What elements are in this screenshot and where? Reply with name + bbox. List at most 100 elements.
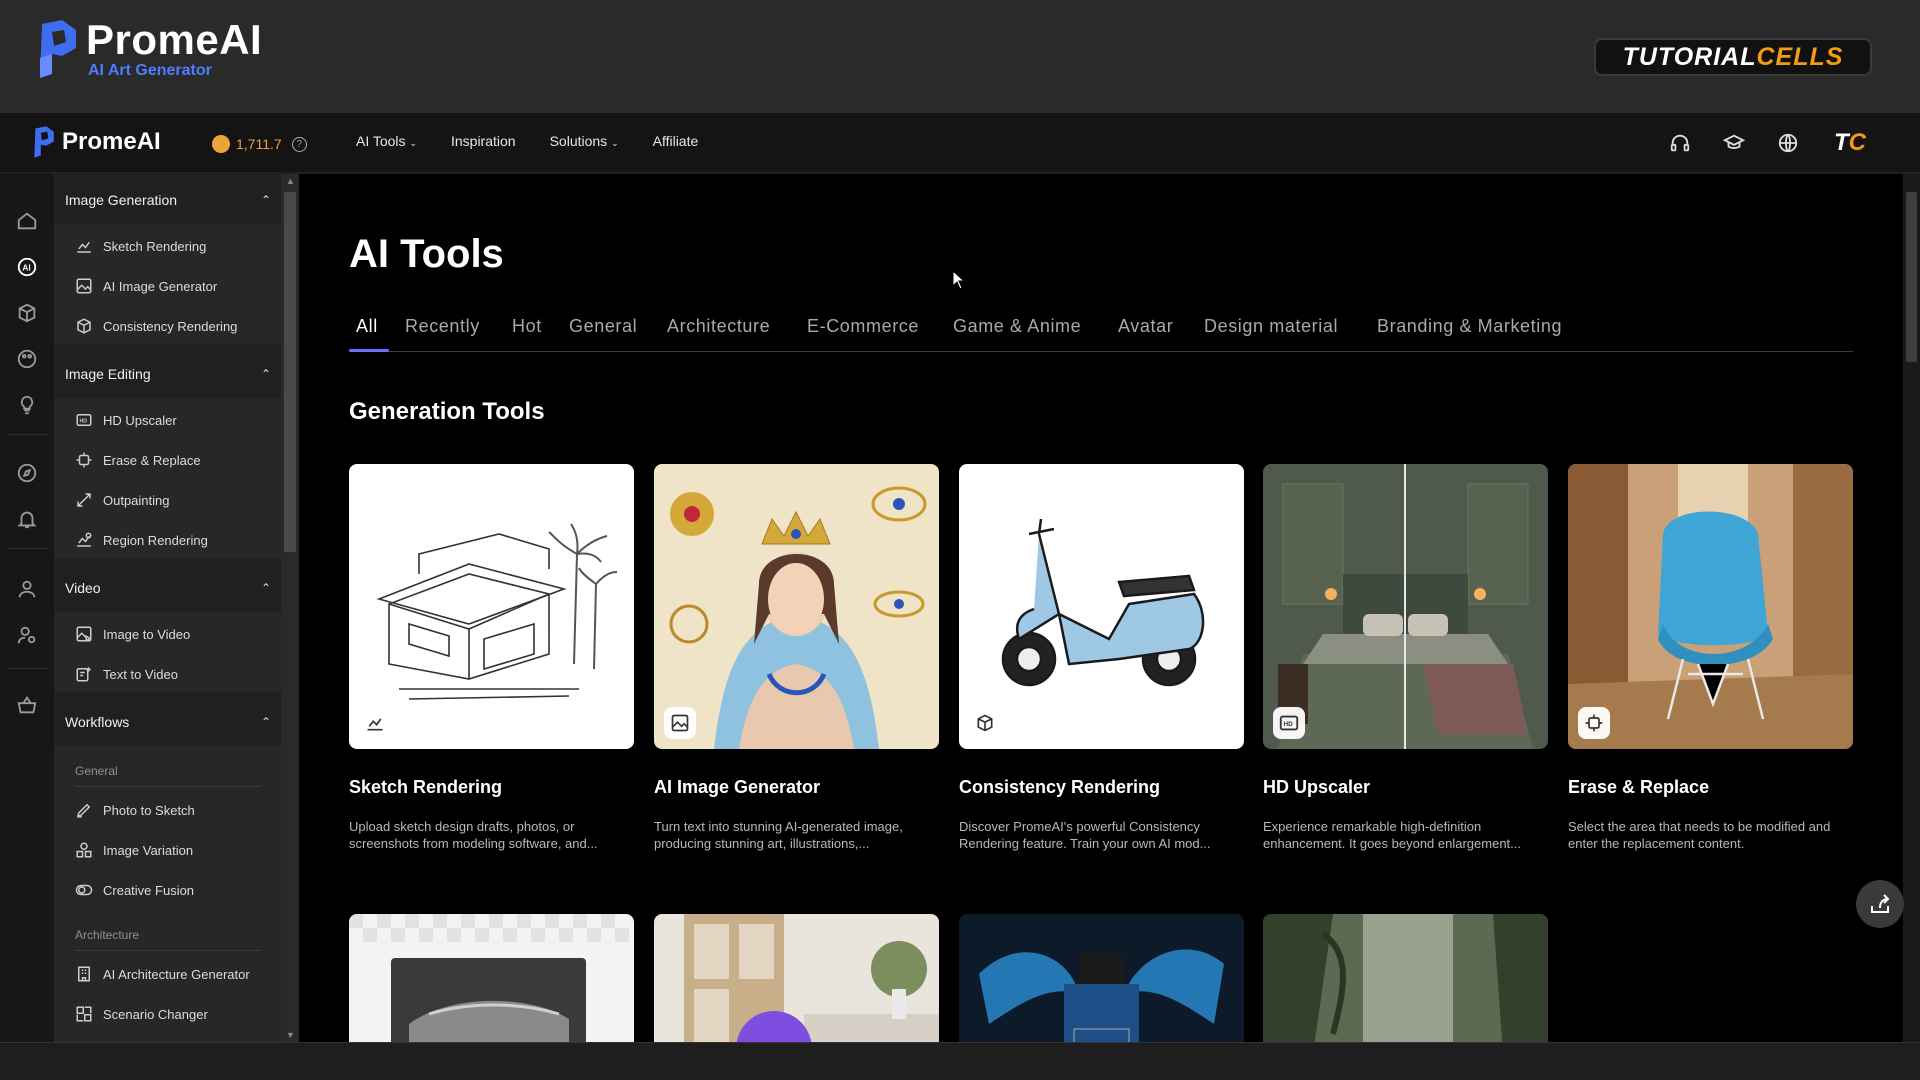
scroll-up-arrow-icon[interactable]: ▲ (286, 176, 295, 186)
home-icon[interactable] (16, 210, 38, 232)
main-scrollbar[interactable] (1903, 174, 1920, 1042)
subsection-general: General (75, 764, 118, 778)
help-icon[interactable]: ? (291, 136, 307, 152)
sidebar-item-region-rendering[interactable]: Region Rendering (75, 528, 208, 552)
promeai-logo-icon (34, 126, 54, 158)
sidebar-item-photo-to-sketch[interactable]: Photo to Sketch (75, 798, 195, 822)
tab-hot[interactable]: Hot (512, 316, 542, 337)
tool-card-sketch-rendering[interactable]: Sketch Rendering Upload sketch design dr… (349, 464, 634, 852)
nav-solutions[interactable]: Solutions ⌄ (550, 133, 619, 149)
sidebar-item-label: Photo to Sketch (103, 802, 195, 818)
tab-general[interactable]: General (569, 316, 637, 337)
user-settings-icon[interactable] (16, 624, 38, 646)
chair-image (1568, 464, 1853, 749)
card-thumbnail[interactable] (349, 464, 634, 749)
card-thumbnail[interactable]: HD (1263, 464, 1548, 749)
sidebar-item-ai-architecture-generator[interactable]: AI Architecture Generator (75, 962, 250, 986)
card-thumbnail[interactable] (959, 464, 1244, 749)
nav-ai-tools[interactable]: AI Tools ⌄ (356, 133, 417, 149)
hd-icon: HD (75, 411, 93, 429)
palette-icon[interactable] (16, 348, 38, 370)
hd-icon: HD (1273, 707, 1305, 739)
tool-card-thumbnail[interactable] (959, 914, 1244, 1042)
section-workflows[interactable]: Workflows ⌃ (65, 710, 271, 734)
tool-card-thumbnail[interactable] (654, 914, 939, 1042)
globe-icon[interactable] (1776, 131, 1800, 155)
pen-icon (75, 801, 93, 819)
region-icon (75, 531, 93, 549)
card-description: Upload sketch design drafts, photos, or … (349, 819, 598, 851)
rail-divider (8, 434, 48, 435)
coin-icon (212, 135, 230, 153)
card-title: Consistency Rendering (959, 777, 1161, 797)
section-image-generation[interactable]: Image Generation ⌃ (65, 188, 271, 212)
tab-all[interactable]: All (356, 316, 378, 337)
graduation-cap-icon[interactable] (1722, 131, 1746, 155)
credits-balance[interactable]: 1,711.7 ? (212, 135, 307, 153)
card-thumbnail[interactable] (654, 464, 939, 749)
section-title: Workflows (65, 714, 130, 730)
ai-tools-icon[interactable]: AI (16, 256, 38, 278)
sidebar-item-text-to-video[interactable]: Text to Video (75, 662, 178, 686)
tool-card-ai-image-generator[interactable]: AI Image Generator Turn text into stunni… (654, 464, 939, 852)
tab-recently[interactable]: Recently (405, 316, 480, 337)
sidebar-scroll-thumb[interactable] (284, 192, 296, 552)
tool-card-hd-upscaler[interactable]: HD HD Upscaler Experience remarkable hig… (1263, 464, 1548, 852)
tab-architecture[interactable]: Architecture (667, 316, 770, 337)
tab-avatar[interactable]: Avatar (1118, 316, 1173, 337)
svg-text:HD: HD (1284, 721, 1294, 728)
variation-icon (75, 841, 93, 859)
image-icon (75, 277, 93, 295)
icon-rail: AI (0, 174, 55, 1042)
sidebar-item-sketch-rendering[interactable]: Sketch Rendering (75, 234, 206, 258)
app-logo[interactable]: PromeAI (30, 125, 161, 159)
tool-card-thumbnail[interactable] (1263, 914, 1548, 1042)
promeai-logo-icon (40, 20, 76, 78)
sidebar-item-scenario-changer[interactable]: Scenario Changer (75, 1002, 208, 1026)
sidebar-item-hd-upscaler[interactable]: HD HD Upscaler (75, 408, 177, 432)
chevron-up-icon: ⌃ (260, 193, 271, 207)
sidebar-item-label: Scenario Changer (103, 1006, 208, 1022)
sidebar-item-erase-replace[interactable]: Erase & Replace (75, 448, 201, 472)
fusion-icon (75, 881, 93, 899)
cube-icon[interactable] (16, 302, 38, 324)
scroll-down-arrow-icon[interactable]: ▼ (286, 1030, 295, 1040)
basket-icon[interactable] (16, 694, 38, 716)
sidebar-item-consistency-rendering[interactable]: Consistency Rendering (75, 314, 237, 338)
sidebar-item-outpainting[interactable]: Outpainting (75, 488, 170, 512)
tab-branding-marketing[interactable]: Branding & Marketing (1377, 316, 1562, 337)
image-editing-group: HD HD Upscaler Erase & Replace Outpainti… (55, 398, 281, 558)
section-image-editing[interactable]: Image Editing ⌃ (65, 362, 271, 386)
sidebar-item-label: Region Rendering (103, 532, 208, 548)
user-icon[interactable] (16, 578, 38, 600)
main-scroll-thumb[interactable] (1906, 192, 1917, 362)
compass-icon[interactable] (16, 462, 38, 484)
nav-affiliate[interactable]: Affiliate (653, 133, 699, 149)
tab-design-material[interactable]: Design material (1204, 316, 1338, 337)
section-video[interactable]: Video ⌃ (65, 576, 271, 600)
tab-game-anime[interactable]: Game & Anime (953, 316, 1081, 337)
sidebar-item-creative-fusion[interactable]: Creative Fusion (75, 878, 194, 902)
sidebar-item-image-variation[interactable]: Image Variation (75, 838, 193, 862)
sidebar-item-image-to-video[interactable]: Image to Video (75, 622, 190, 646)
scenario-icon (75, 1005, 93, 1023)
banner-logo: PromeAI AI Art Generator (32, 18, 262, 80)
sidebar-scrollbar[interactable]: ▲ ▼ (281, 174, 299, 1042)
active-tab-indicator (349, 349, 389, 352)
sidebar-item-ai-image-generator[interactable]: AI Image Generator (75, 274, 217, 298)
tool-card-thumbnail[interactable] (349, 914, 634, 1042)
sketch-icon (359, 707, 391, 739)
user-avatar[interactable]: TC (1830, 129, 1870, 157)
tool-card-consistency-rendering[interactable]: Consistency Rendering Discover PromeAI's… (959, 464, 1244, 852)
nav-inspiration[interactable]: Inspiration (451, 133, 516, 149)
erase-icon (75, 451, 93, 469)
tab-e-commerce[interactable]: E-Commerce (807, 316, 919, 337)
tool-card-erase-replace[interactable]: Erase & Replace Select the area that nee… (1568, 464, 1853, 852)
bell-icon[interactable] (16, 508, 38, 530)
share-button[interactable] (1856, 880, 1904, 928)
lightbulb-icon[interactable] (16, 394, 38, 416)
headset-icon[interactable] (1668, 131, 1692, 155)
cube-icon (969, 707, 1001, 739)
sidebar-item-label: Consistency Rendering (103, 318, 238, 334)
card-thumbnail[interactable] (1568, 464, 1853, 749)
